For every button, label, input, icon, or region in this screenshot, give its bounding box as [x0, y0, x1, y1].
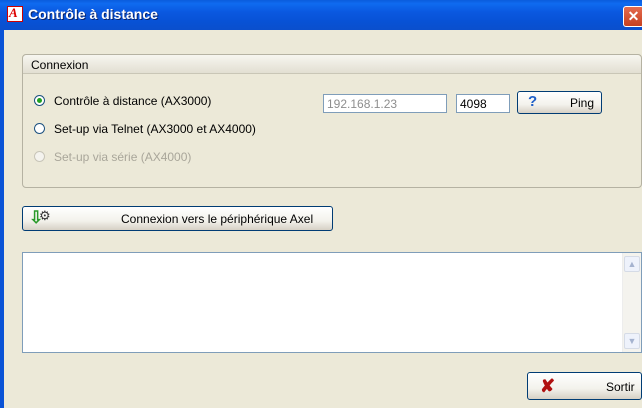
- x-cross-icon: ✘: [540, 376, 556, 396]
- scroll-up-icon[interactable]: ▲: [624, 256, 640, 272]
- connect-device-button[interactable]: ⇩ ⚙ Connexion vers le périphérique Axel: [22, 206, 333, 231]
- radio-label: Contrôle à distance (AX3000): [54, 94, 212, 108]
- port-field[interactable]: 4098: [456, 94, 510, 113]
- quit-button[interactable]: ✘ Sortir: [527, 372, 642, 400]
- connexion-group: Connexion: [22, 54, 642, 188]
- quit-label: Sortir: [606, 380, 635, 394]
- window-frame-left: [0, 30, 4, 408]
- close-button[interactable]: ✕: [623, 6, 642, 27]
- question-icon: ?: [528, 93, 538, 110]
- connect-device-label: Connexion vers le périphérique Axel: [121, 212, 314, 226]
- connexion-group-header: Connexion: [23, 55, 641, 74]
- download-gear-icon: ⇩ ⚙: [29, 208, 51, 227]
- connexion-group-title: Connexion: [31, 58, 89, 72]
- app-logo-icon: A: [7, 5, 23, 22]
- log-output-area[interactable]: ▲ ▼: [22, 252, 642, 353]
- radio-label: Set-up via Telnet (AX3000 et AX4000): [54, 122, 256, 136]
- ping-label: Ping: [570, 96, 595, 110]
- vertical-scrollbar[interactable]: ▲ ▼: [622, 253, 641, 352]
- remote-control-window: A Contrôle à distance ✕ Connexion Contrô…: [0, 0, 642, 408]
- app-logo-letter: A: [9, 5, 18, 20]
- radio-button[interactable]: [34, 123, 45, 134]
- title-bar: A Contrôle à distance ✕: [0, 0, 642, 30]
- radio-button-checked[interactable]: [34, 95, 45, 106]
- window-title: Contrôle à distance: [28, 6, 158, 22]
- ip-address-field[interactable]: 192.168.1.23: [323, 94, 447, 113]
- ping-button[interactable]: ? Ping: [517, 91, 602, 114]
- radio-button-disabled: [34, 151, 45, 162]
- radio-label: Set-up via série (AX4000): [54, 150, 192, 164]
- scroll-down-icon[interactable]: ▼: [624, 333, 640, 349]
